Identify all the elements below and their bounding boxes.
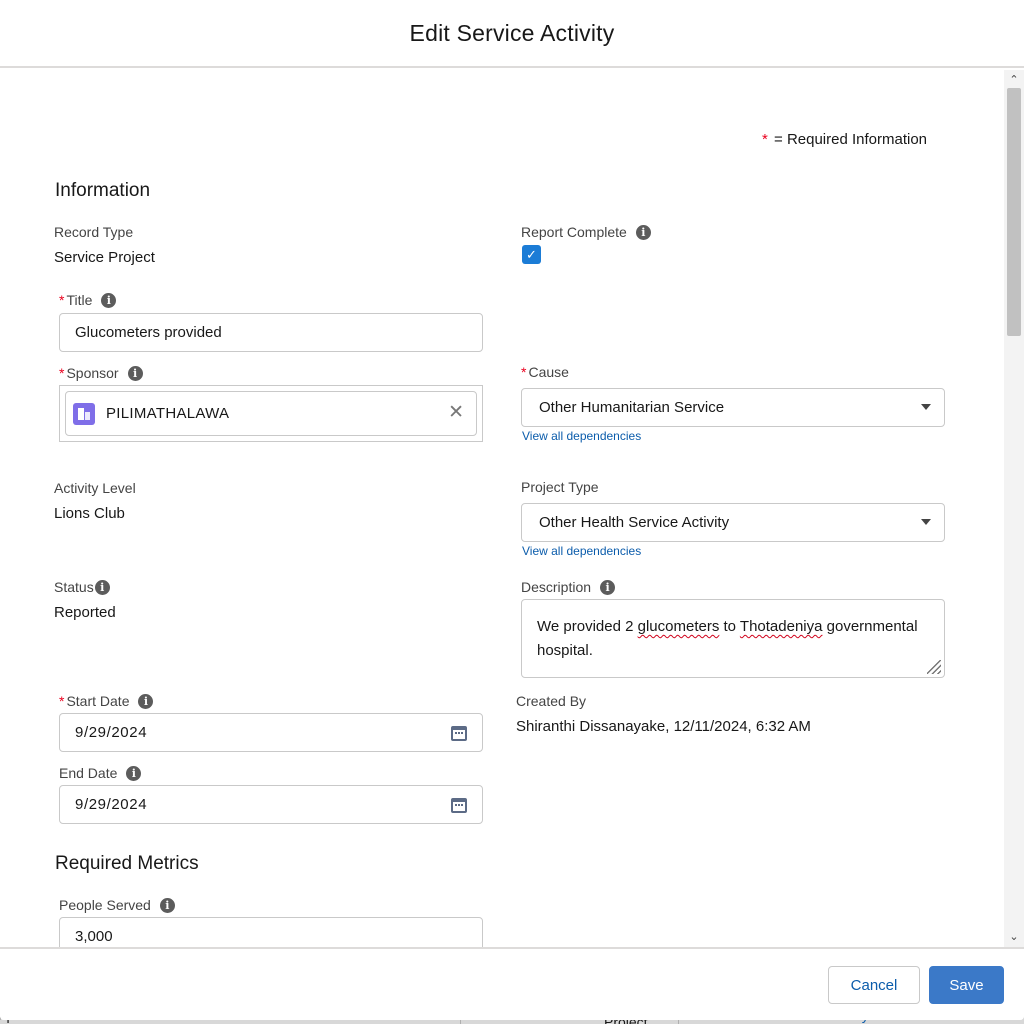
cancel-button[interactable]: Cancel (828, 966, 920, 1004)
scroll-up-icon[interactable]: ⌃ (1004, 72, 1024, 88)
created-by-value: Shiranthi Dissanayake, 12/11/2024, 6:32 … (516, 718, 811, 735)
start-date-input[interactable]: 9/29/2024 (59, 713, 483, 752)
cause-label-text: Cause (528, 364, 569, 380)
required-star: * (762, 131, 768, 148)
end-date-label: End Date i (59, 765, 142, 781)
calendar-icon[interactable] (451, 798, 467, 813)
scroll-down-icon[interactable]: ⌄ (1004, 929, 1024, 945)
start-date-label: * Start Date i (59, 693, 154, 709)
report-complete-label: Report Complete i (521, 224, 651, 240)
cause-label: * Cause (521, 364, 569, 380)
scroll-thumb[interactable] (1007, 88, 1021, 336)
project-type-select[interactable]: Other Health Service Activity (521, 503, 945, 542)
cause-select-value: Other Humanitarian Service (539, 399, 725, 416)
title-input[interactable]: Glucometers provided (59, 313, 483, 352)
close-icon[interactable]: ✕ (448, 403, 464, 423)
project-type-label: Project Type (521, 479, 599, 495)
edit-modal: Edit Service Activity * = Required Infor… (0, 0, 1024, 1020)
info-icon[interactable]: i (600, 579, 616, 595)
resize-handle-icon[interactable] (927, 660, 941, 674)
status-value: Reported (54, 604, 116, 621)
end-date-input[interactable]: 9/29/2024 (59, 785, 483, 824)
sponsor-pill[interactable]: PILIMATHALAWA ✕ (65, 391, 477, 436)
info-icon[interactable]: i (138, 693, 154, 709)
modal-body: * = Required Information Information Rec… (0, 70, 1004, 947)
activity-level-value: Lions Club (54, 505, 125, 522)
info-icon[interactable]: i (126, 765, 142, 781)
created-by-label: Created By (516, 693, 586, 709)
info-icon[interactable]: i (94, 579, 110, 595)
record-type-label-text: Record Type (54, 224, 134, 240)
required-info-note: * = Required Information (762, 131, 927, 148)
record-type-value: Service Project (54, 249, 155, 266)
start-date-label-text: Start Date (66, 693, 130, 709)
modal-header: Edit Service Activity (0, 0, 1024, 68)
description-label: Description i (521, 579, 616, 595)
status-label-text: Status (54, 579, 94, 595)
description-label-text: Description (521, 579, 592, 595)
title-label: * Title i (59, 292, 117, 308)
info-icon[interactable]: i (127, 365, 143, 381)
status-label: Status i (54, 579, 110, 595)
cause-dependencies-link[interactable]: View all dependencies (522, 429, 641, 443)
sponsor-pill-text: PILIMATHALAWA (106, 405, 230, 422)
record-type-label: Record Type (54, 224, 133, 240)
sponsor-label-text: Sponsor (66, 365, 119, 381)
project-type-select-value: Other Health Service Activity (539, 514, 730, 531)
project-type-label-text: Project Type (521, 479, 599, 495)
people-served-label-text: People Served (59, 897, 151, 913)
description-text: to (719, 618, 740, 635)
info-icon[interactable]: i (101, 292, 117, 308)
modal-footer: Cancel Save (0, 947, 1024, 1020)
save-button[interactable]: Save (929, 966, 1004, 1004)
title-label-text: Title (66, 292, 93, 308)
people-served-label: People Served i (59, 897, 175, 913)
spellcheck-word: glucometers (637, 618, 720, 635)
report-complete-checkbox[interactable]: ✓ (522, 245, 541, 264)
required-star: * (59, 365, 65, 381)
calendar-icon[interactable] (451, 726, 467, 741)
activity-level-label: Activity Level (54, 480, 136, 496)
required-star: * (521, 364, 527, 380)
section-metrics-title: Required Metrics (55, 853, 199, 874)
caret-down-icon (921, 519, 931, 525)
spellcheck-word: Thotadeniya (739, 618, 823, 635)
required-star: * (59, 292, 65, 308)
required-star: * (59, 693, 65, 709)
info-icon[interactable]: i (159, 897, 175, 913)
end-date-label-text: End Date (59, 765, 118, 781)
project-type-dependencies-link[interactable]: View all dependencies (522, 544, 641, 558)
section-information-title: Information (55, 180, 151, 201)
people-served-value: 3,000 (75, 928, 113, 945)
created-by-label-text: Created By (516, 693, 587, 709)
modal-scrollbar[interactable]: ⌃ ⌄ (1004, 70, 1024, 947)
end-date-value: 9/29/2024 (75, 796, 148, 813)
required-note-text: = Required Information (774, 131, 928, 148)
info-icon[interactable]: i (635, 224, 651, 240)
modal-title: Edit Service Activity (409, 19, 615, 46)
activity-level-label-text: Activity Level (54, 480, 136, 496)
people-served-input[interactable]: 3,000 (59, 917, 483, 947)
report-complete-label-text: Report Complete (521, 224, 627, 240)
start-date-value: 9/29/2024 (75, 724, 148, 741)
caret-down-icon (921, 404, 931, 410)
title-input-value: Glucometers provided (75, 324, 222, 341)
account-icon (73, 402, 95, 425)
sponsor-label: * Sponsor i (59, 365, 143, 381)
description-text: We provided 2 (537, 618, 638, 635)
cause-select[interactable]: Other Humanitarian Service (521, 388, 945, 427)
sponsor-lookup[interactable]: PILIMATHALAWA ✕ (59, 385, 483, 442)
description-textarea[interactable]: We provided 2 glucometers to Thotadeniya… (521, 599, 945, 678)
